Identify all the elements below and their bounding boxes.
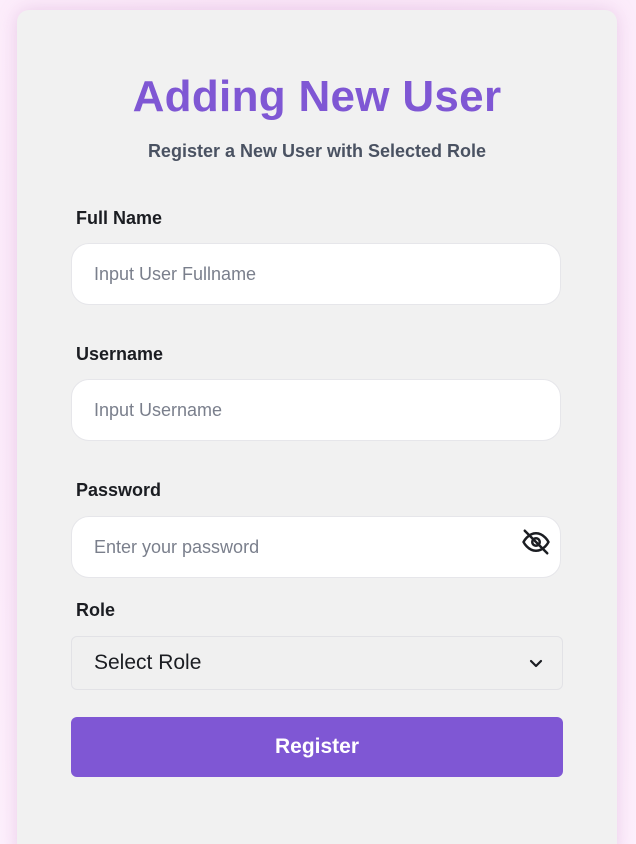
role-select[interactable]: Select Role [71, 636, 563, 690]
username-label: Username [76, 344, 164, 364]
full-name-input[interactable] [71, 243, 561, 305]
register-button[interactable]: Register [71, 717, 563, 777]
page-subtitle: Register a New User with Selected Role [147, 141, 487, 161]
password-input[interactable] [71, 516, 561, 578]
role-label: Role [76, 600, 116, 620]
page-title: Adding New User [132, 72, 502, 121]
role-select-value: Select Role [94, 651, 202, 674]
username-input[interactable] [71, 379, 561, 441]
register-card: Adding New User Register a New User with… [17, 10, 617, 844]
password-label: Password [76, 480, 162, 500]
eye-off-icon[interactable] [521, 527, 551, 557]
full-name-label: Full Name [76, 208, 163, 228]
chevron-down-icon [529, 659, 543, 668]
